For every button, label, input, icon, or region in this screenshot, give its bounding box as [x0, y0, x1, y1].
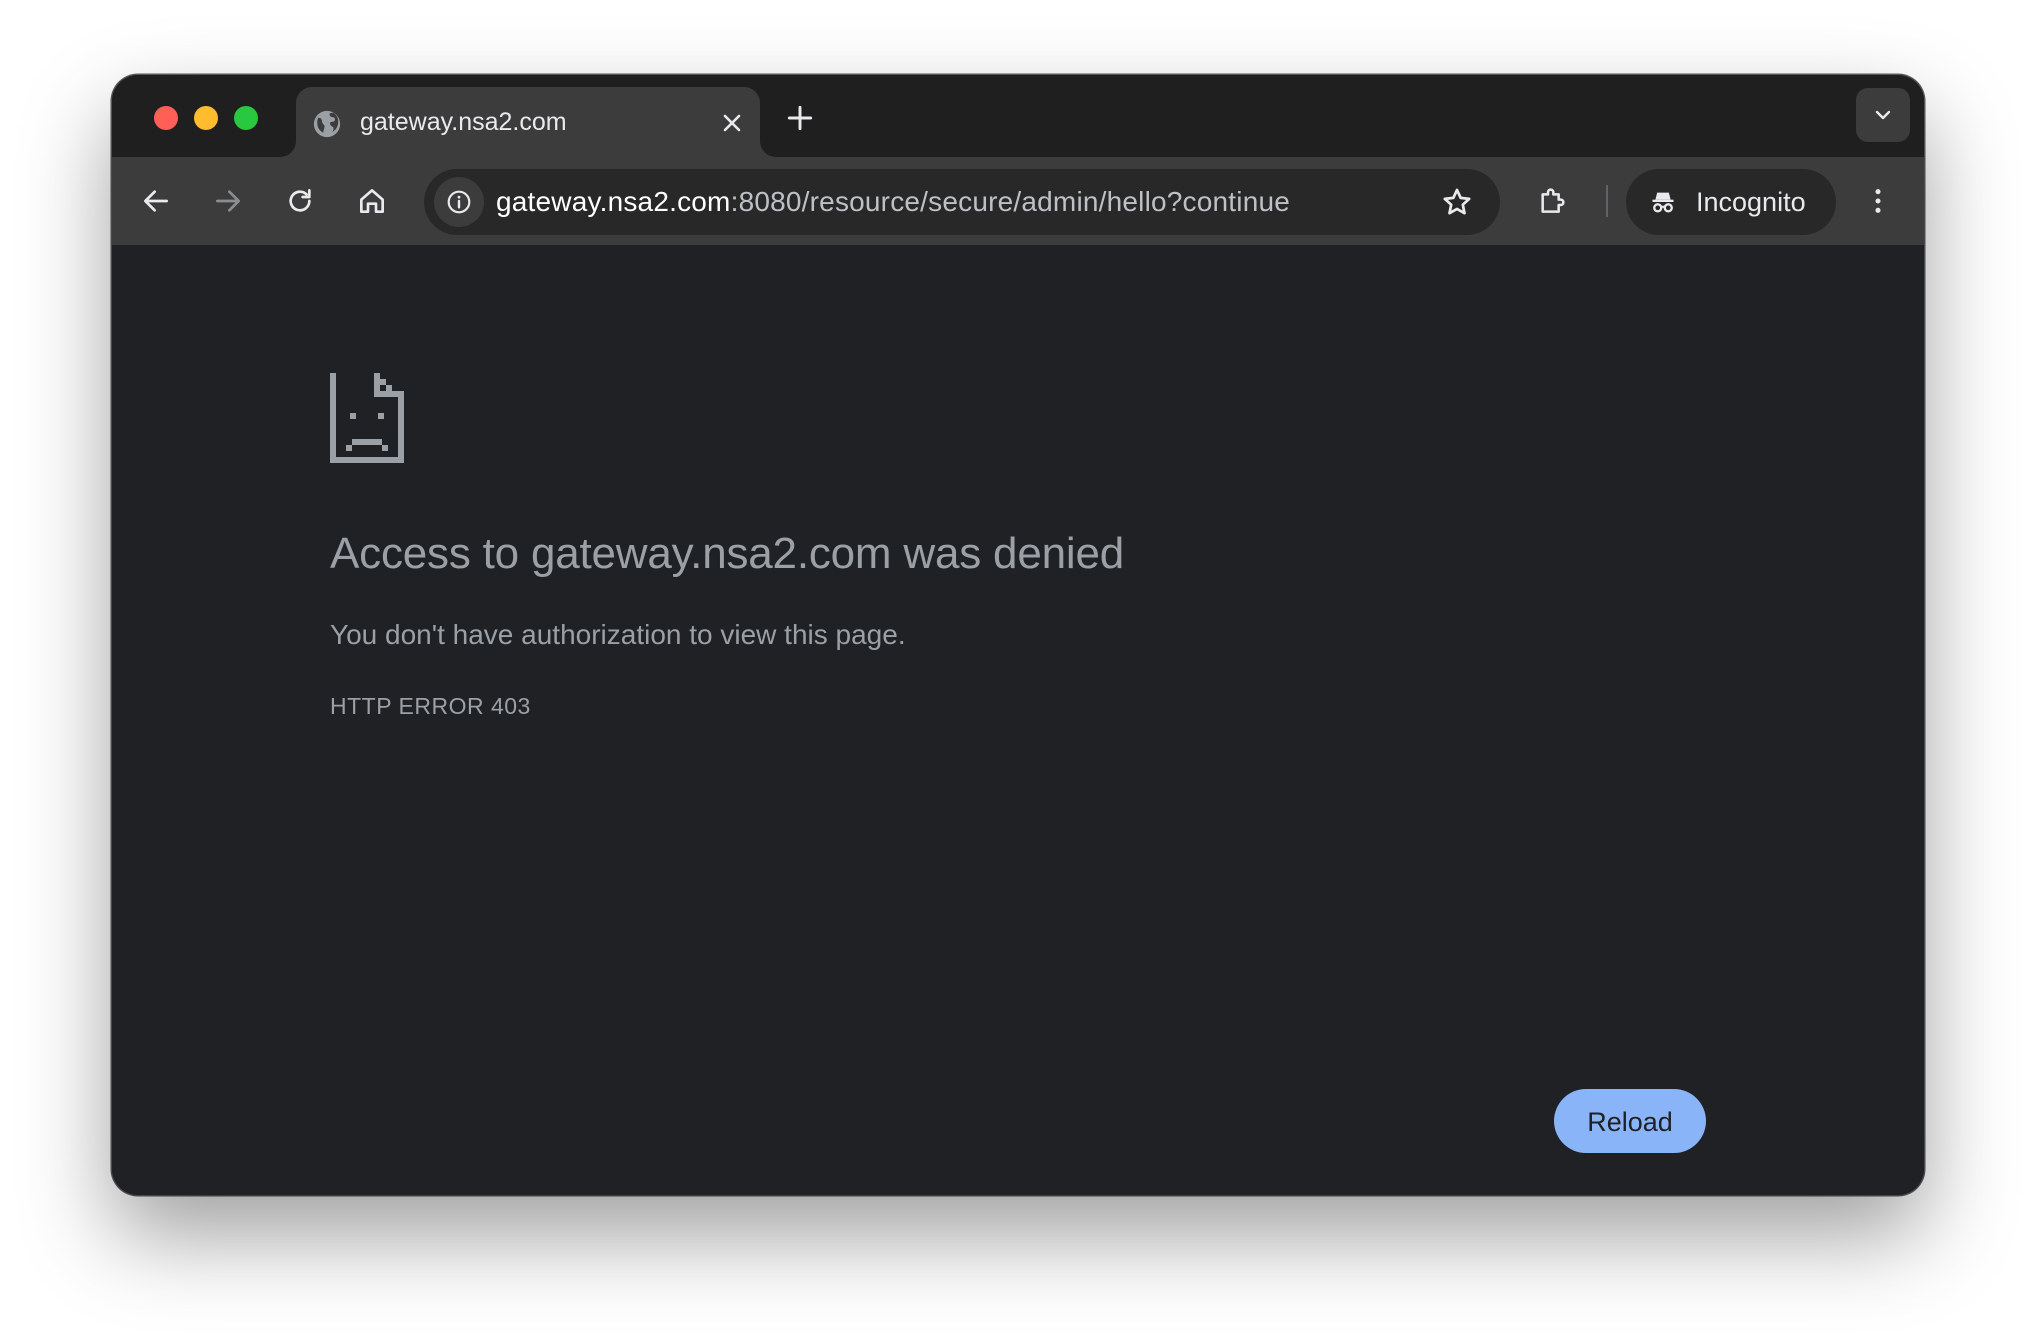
- page-content: Access to gateway.nsa2.com was denied Yo…: [112, 245, 1924, 1195]
- forward-button[interactable]: [206, 179, 250, 223]
- kebab-menu-icon: [1875, 189, 1881, 213]
- chevron-down-icon: [1875, 110, 1891, 120]
- url-path: :8080/resource/secure/admin/hello?contin…: [730, 186, 1291, 217]
- star-icon[interactable]: [1440, 185, 1474, 219]
- window-minimize-button[interactable]: [194, 106, 218, 130]
- error-description: You don't have authorization to view thi…: [330, 619, 906, 650]
- globe-icon: [313, 110, 341, 138]
- reload-button[interactable]: [278, 179, 322, 223]
- back-button[interactable]: [134, 179, 178, 223]
- home-button[interactable]: [350, 179, 394, 223]
- window-close-button[interactable]: [154, 106, 178, 130]
- home-icon: [360, 189, 384, 213]
- error-heading: Access to gateway.nsa2.com was denied: [330, 529, 1124, 578]
- address-bar[interactable]: gateway.nsa2.com:8080/resource/secure/ad…: [424, 169, 1500, 235]
- extensions-button[interactable]: [1530, 179, 1574, 223]
- site-info-button[interactable]: [434, 177, 484, 227]
- plus-icon[interactable]: [784, 102, 816, 134]
- browser-toolbar: gateway.nsa2.com:8080/resource/secure/ad…: [112, 157, 1924, 246]
- incognito-label: Incognito: [1696, 187, 1806, 217]
- puzzle-icon: [1541, 188, 1565, 213]
- toolbar-divider: [1606, 185, 1608, 217]
- reload-icon: [289, 189, 311, 212]
- browser-window: gateway.nsa2.com gateway.nsa2.com:8080/r…: [112, 75, 1924, 1195]
- url-text[interactable]: gateway.nsa2.com:8080/resource/secure/ad…: [496, 186, 1290, 218]
- back-arrow-icon: [144, 190, 168, 212]
- forward-arrow-icon: [216, 190, 240, 212]
- tab-title: gateway.nsa2.com: [360, 108, 567, 136]
- error-code: HTTP ERROR 403: [330, 693, 531, 719]
- info-icon: [447, 190, 471, 214]
- window-zoom-button[interactable]: [234, 106, 258, 130]
- tab-active[interactable]: gateway.nsa2.com: [296, 87, 760, 157]
- sad-document-icon: [330, 373, 404, 463]
- incognito-icon: [1652, 192, 1674, 213]
- tab-search-button[interactable]: [1856, 88, 1910, 142]
- tab-strip: gateway.nsa2.com: [112, 75, 1924, 157]
- close-icon[interactable]: [718, 109, 746, 137]
- url-host: gateway.nsa2.com: [496, 186, 731, 217]
- incognito-button[interactable]: Incognito: [1626, 169, 1836, 235]
- reload-page-button[interactable]: Reload: [1554, 1089, 1706, 1153]
- menu-button[interactable]: [1856, 179, 1900, 223]
